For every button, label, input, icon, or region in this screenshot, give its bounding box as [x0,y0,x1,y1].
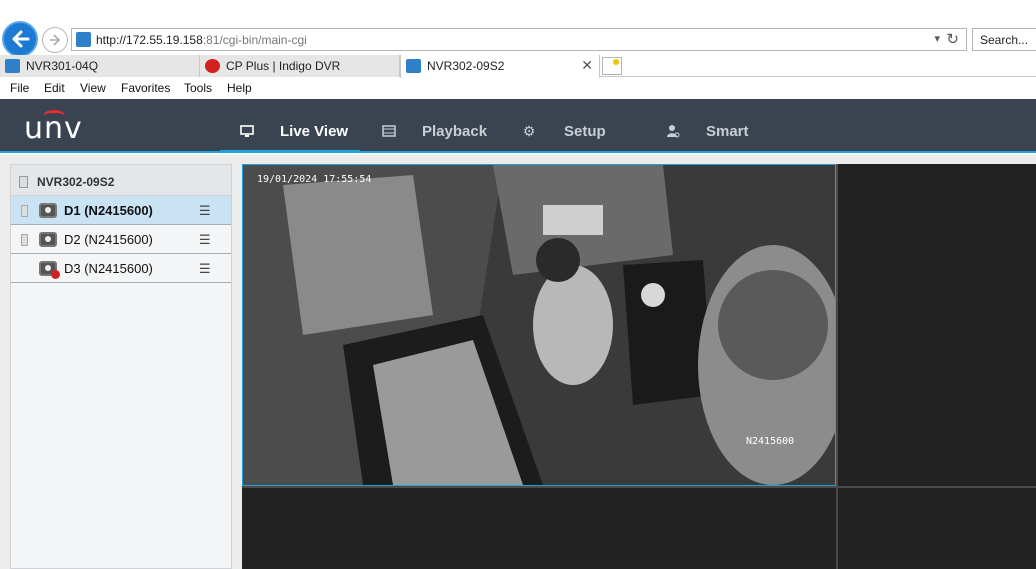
menu-view[interactable]: View [80,81,106,95]
video-camera-label: N2415600 [746,436,795,447]
video-pane-3[interactable] [242,488,836,569]
nvr-tree-root[interactable]: NVR302-09S2 [11,165,231,196]
device-row-d1[interactable]: D1 (N2415600) ☰ [11,196,231,225]
nav-playback[interactable]: Playback [362,99,502,153]
menu-file[interactable]: File [10,81,29,95]
tab-strip: NVR301-04Q CP Plus | Indigo DVR NVR302-0… [0,55,1036,78]
unv-favicon-icon [406,59,421,73]
nav-smart[interactable]: Smart [646,99,786,153]
nvr-device-icon [19,176,28,188]
video-pane-2[interactable] [838,164,1036,486]
new-tab-button[interactable] [602,57,622,75]
nav-setup[interactable]: ⚙ Setup [502,99,642,153]
menu-edit[interactable]: Edit [44,81,65,95]
smart-user-icon [666,124,680,138]
record-settings-icon[interactable]: ☰ [199,203,217,219]
unv-favicon-icon [5,59,20,73]
camera-icon [39,232,57,247]
tab-cpplus[interactable]: CP Plus | Indigo DVR [200,55,400,77]
site-favicon-icon [76,32,91,47]
video-pane-1[interactable]: 19/01/2024 17:55:54 N2415600 [242,164,836,486]
video-pane-4[interactable] [838,488,1036,569]
record-settings-icon[interactable]: ☰ [199,261,217,277]
arrow-right-icon [50,34,61,46]
close-icon[interactable]: ✕ [581,57,593,74]
refresh-icon[interactable]: ↻ [946,30,959,48]
arrow-left-icon [12,30,30,48]
device-sidebar: NVR302-09S2 D1 (N2415600) ☰ D2 (N2415600… [10,164,232,569]
address-bar[interactable]: http://172.55.19.158:81/cgi-bin/main-cgi… [71,28,967,51]
search-input[interactable]: Search... [972,28,1036,51]
nav-live-view[interactable]: Live View [220,99,360,153]
back-button[interactable] [2,21,38,57]
record-settings-icon[interactable]: ☰ [199,232,217,248]
channel-indicator-icon [21,205,28,217]
monitor-icon [240,124,254,138]
tab-nvr301[interactable]: NVR301-04Q [0,55,200,77]
menu-bar: File Edit View Favorites Tools Help [0,78,1036,99]
error-badge-icon [51,270,60,279]
tab-nvr302[interactable]: NVR302-09S2 ✕ [400,55,600,78]
film-icon [382,124,396,138]
gear-icon: ⚙ [522,123,536,139]
chevron-down-icon[interactable]: ▾ [934,32,940,45]
menu-help[interactable]: Help [227,81,252,95]
url-text: http://172.55.19.158:81/cgi-bin/main-cgi [96,33,307,47]
unv-logo: unv [24,111,83,146]
menu-favorites[interactable]: Favorites [121,81,170,95]
cpplus-favicon-icon [205,59,220,73]
menu-tools[interactable]: Tools [184,81,212,95]
video-grid: 19/01/2024 17:55:54 N2415600 [242,164,1036,569]
video-timestamp: 19/01/2024 17:55:54 [257,174,372,185]
forward-button[interactable] [42,27,68,53]
device-row-d2[interactable]: D2 (N2415600) ☰ [11,225,231,254]
camera-icon [39,203,57,218]
channel-indicator-icon [21,234,28,246]
device-row-d3[interactable]: D3 (N2415600) ☰ [11,254,231,283]
